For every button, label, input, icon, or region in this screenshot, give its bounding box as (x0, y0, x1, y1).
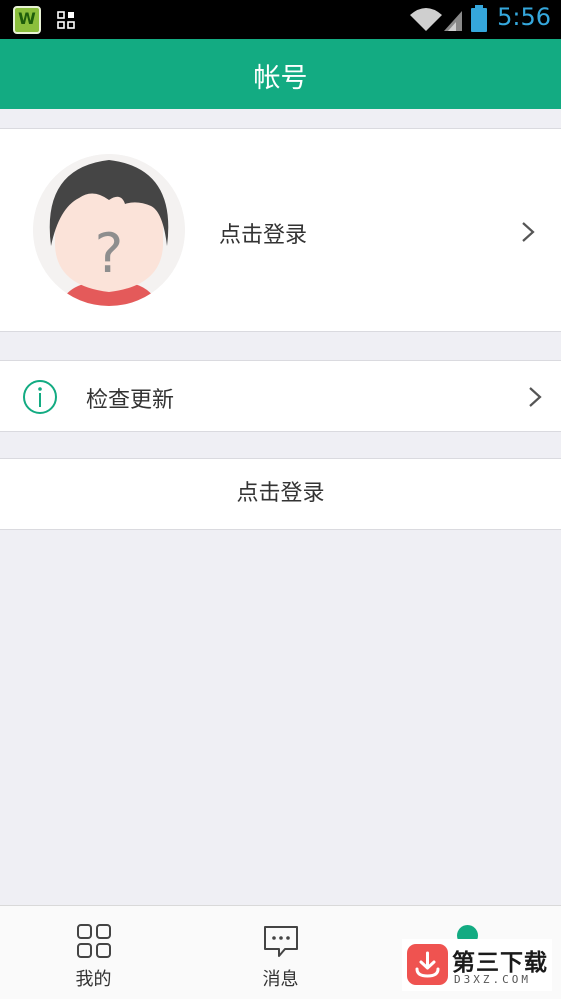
app-header: 帐号 (0, 39, 561, 109)
tab-mine[interactable]: 我的 (0, 906, 187, 999)
info-icon (23, 380, 57, 414)
watermark: 第三下载 D3XZ.COM (402, 939, 552, 991)
grid-notification-icon (57, 11, 75, 29)
download-logo-icon (407, 944, 448, 985)
check-update-row[interactable]: 检查更新 (0, 360, 561, 432)
svg-text:?: ? (95, 222, 124, 285)
wifi-signal-icon (410, 8, 462, 31)
tab-messages[interactable]: 消息 (187, 906, 374, 999)
tab-label: 消息 (262, 969, 299, 990)
app-icon-letter: W (18, 9, 36, 28)
battery-icon (471, 5, 487, 32)
unknown-user-avatar-icon[interactable]: ? (33, 154, 185, 306)
profile-login-row[interactable]: ? 点击登录 (0, 128, 561, 332)
apps-grid-icon (77, 924, 111, 958)
login-button-row: 点击登录 (0, 458, 561, 530)
chevron-right-icon (522, 222, 535, 242)
app-notification-icon: W (13, 6, 41, 34)
page-title: 帐号 (253, 63, 308, 94)
clock-time: 5:56 (497, 3, 551, 31)
message-icon (264, 926, 298, 957)
login-prompt: 点击登录 (219, 223, 308, 248)
login-button[interactable]: 点击登录 (0, 459, 561, 529)
status-bar: W 5:56 (0, 0, 561, 39)
chevron-right-icon (529, 387, 542, 407)
check-update-label: 检查更新 (86, 388, 175, 413)
tab-label: 我的 (75, 969, 112, 990)
watermark-title: 第三下载 (452, 950, 548, 976)
watermark-domain: D3XZ.COM (454, 973, 531, 986)
